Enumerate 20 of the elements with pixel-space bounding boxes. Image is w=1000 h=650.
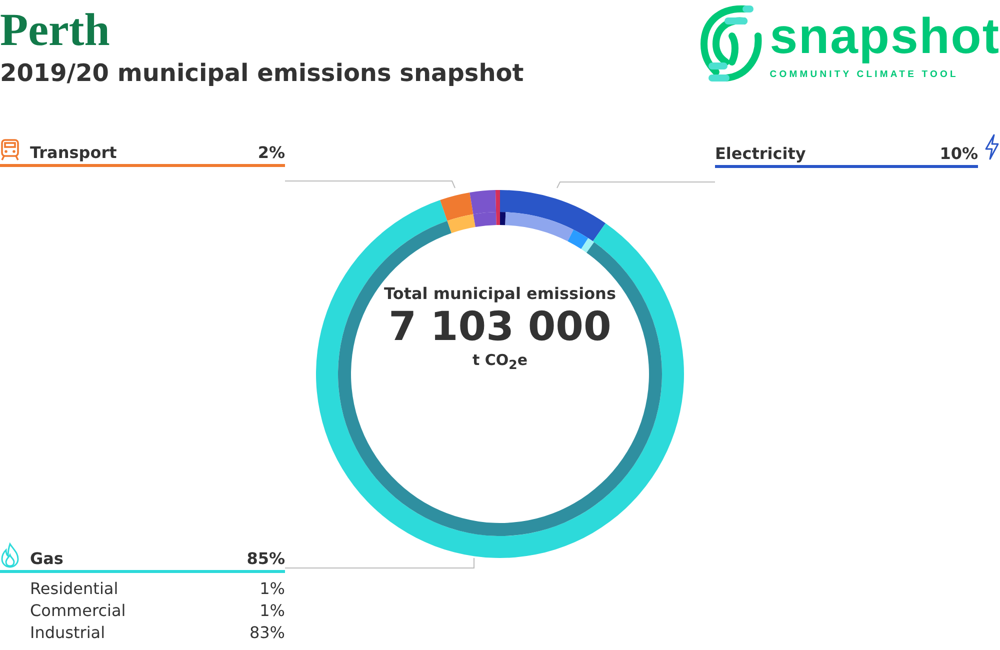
subsector-share: 1% xyxy=(260,600,285,622)
subtitle: 2019/20 municipal emissions snapshot xyxy=(0,58,524,88)
sector-share: 2% xyxy=(258,143,285,162)
logo-wordmark: snapshot xyxy=(770,8,1000,62)
subsector-name: Industrial xyxy=(30,622,106,644)
logo-icon xyxy=(698,4,762,84)
subsector-name: Commercial xyxy=(30,600,126,622)
subsector-share: 1% xyxy=(260,578,285,600)
total-unit: t CO$_{2}$e xyxy=(472,351,528,372)
sector-share: 85% xyxy=(246,549,285,568)
sector-name: Transport xyxy=(30,143,118,162)
total-value: 7 103 000 xyxy=(388,303,612,351)
subsector-share: 83% xyxy=(249,622,285,644)
sector-share: 10% xyxy=(940,144,978,163)
logo-tagline: COMMUNITY CLIMATE TOOL xyxy=(770,68,958,80)
sector-name: Electricity xyxy=(715,144,807,163)
sector-name: Gas xyxy=(30,549,64,568)
total-label: Total municipal emissions xyxy=(384,284,616,303)
city-title: Perth xyxy=(0,3,111,57)
subsector-name: Residential xyxy=(30,578,118,600)
